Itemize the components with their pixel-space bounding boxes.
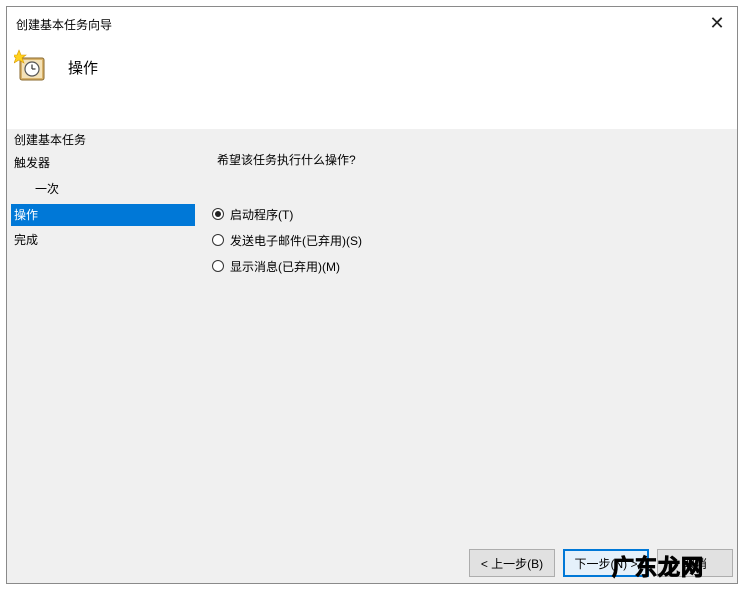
- wizard-steps-sidebar: 创建基本任务 触发器 一次 操作 完成: [11, 129, 195, 583]
- option-show-message[interactable]: 显示消息(已弃用)(M): [212, 257, 340, 275]
- radio-start-program[interactable]: [212, 208, 224, 220]
- radio-show-message[interactable]: [212, 260, 224, 272]
- radio-send-email[interactable]: [212, 234, 224, 246]
- back-button[interactable]: < 上一步(B): [469, 549, 555, 577]
- sidebar-item-create-task[interactable]: 创建基本任务: [11, 129, 195, 151]
- option-start-program[interactable]: 启动程序(T): [212, 205, 293, 223]
- window-title: 创建基本任务向导: [16, 18, 113, 32]
- close-button[interactable]: ✕: [697, 7, 737, 39]
- option-send-email[interactable]: 发送电子邮件(已弃用)(S): [212, 231, 362, 249]
- option-label: 显示消息(已弃用)(M): [230, 259, 340, 274]
- wizard-content: 希望该任务执行什么操作? 启动程序(T) 发送电子邮件(已弃用)(S) 显示消息…: [205, 129, 737, 583]
- sidebar-item-trigger[interactable]: 触发器: [11, 152, 195, 174]
- option-label: 发送电子邮件(已弃用)(S): [230, 233, 362, 248]
- sidebar-item-finish[interactable]: 完成: [11, 229, 195, 251]
- sidebar-item-once[interactable]: 一次: [11, 178, 195, 200]
- page-title: 操作: [68, 60, 99, 77]
- wizard-window: 创建基本任务向导 ✕ 操作 创建基本任务 触发器 一次 操作 完成 希望该任务执…: [6, 6, 738, 584]
- wizard-header: 操作: [7, 39, 737, 129]
- cancel-button[interactable]: 取消: [657, 549, 733, 577]
- next-button[interactable]: 下一步(N) >: [563, 549, 649, 577]
- task-clock-icon: [14, 49, 45, 81]
- option-label: 启动程序(T): [230, 207, 294, 222]
- title-bar: 创建基本任务向导 ✕: [7, 7, 737, 39]
- action-question: 希望该任务执行什么操作?: [217, 153, 356, 167]
- close-icon: ✕: [709, 12, 725, 33]
- sidebar-item-action[interactable]: 操作: [11, 204, 195, 226]
